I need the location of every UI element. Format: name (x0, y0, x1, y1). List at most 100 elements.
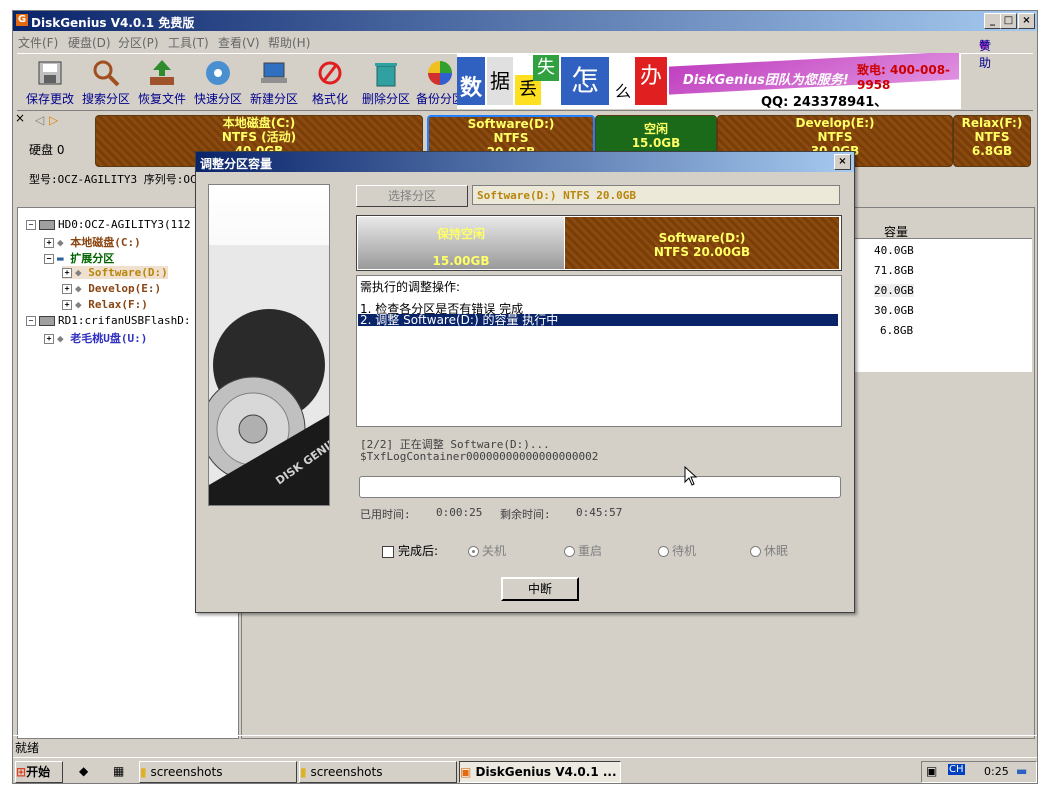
after-complete-checkbox[interactable]: 完成后: (382, 542, 438, 559)
partition-f[interactable]: Relax(F:) NTFS 6.8GB (953, 115, 1031, 167)
maximize-button[interactable]: □ (1000, 13, 1017, 29)
tree-item-u[interactable]: + ◆ 老毛桃U盘(U:) (44, 330, 147, 346)
save-icon (38, 61, 62, 85)
elapsed-time: 0:00:25 (436, 506, 483, 519)
tree-item-d[interactable]: + ◆ Software(D:) (62, 266, 168, 279)
operations-list[interactable]: 需执行的调整操作: 1. 检查各分区是否有错误 完成 2. 调整 Softwar… (356, 275, 842, 427)
banner-block: 么 (611, 79, 635, 105)
ad-banner[interactable]: 数 据 丢 失 怎 么 办 DiskGenius团队为您服务! 致电: 400-… (457, 53, 961, 109)
collapse-icon[interactable]: − (26, 220, 36, 230)
windows-logo-icon: ⊞ (16, 765, 27, 779)
delete-partition-button[interactable]: 删除分区 (357, 58, 415, 108)
minimize-button[interactable]: _ (984, 13, 1001, 29)
quick-partition-button[interactable]: 快速分区 (189, 58, 247, 108)
window-title: DiskGenius V4.0.1 免费版 (31, 16, 195, 30)
tree-item-extended[interactable]: − ▬ 扩展分区 (44, 250, 114, 266)
banner-block: 失 (533, 55, 559, 81)
radio-standby[interactable]: 待机 (658, 542, 696, 559)
ime-indicator[interactable]: CH (948, 764, 965, 775)
format-icon (318, 61, 342, 85)
laptop-icon (261, 62, 287, 83)
prev-disk-icon[interactable]: ◁ (35, 113, 44, 127)
remaining-time: 0:45:57 (576, 506, 623, 519)
radio-hibernate[interactable]: 休眠 (750, 542, 788, 559)
banner-slogan: DiskGenius团队为您服务! (683, 73, 849, 88)
disk-illustration: DISK GENIUS (208, 184, 330, 506)
operations-title: 需执行的调整操作: (360, 280, 461, 294)
expand-icon[interactable]: + (44, 238, 54, 248)
table-cell: 20.0GB (874, 284, 914, 297)
expand-icon[interactable]: + (44, 334, 54, 344)
selected-partition-field: Software(D:) NTFS 20.0GB (472, 185, 840, 205)
quicklaunch-printer-icon[interactable]: ▦ (113, 764, 124, 778)
extended-partition-icon: ▬ (57, 252, 64, 265)
taskbar: ⊞开始 ◆ ▦ ▮ screenshots ▮ screenshots ▣ Di… (13, 757, 1037, 783)
table-cell: 6.8GB (880, 324, 914, 337)
disc-icon (206, 61, 230, 85)
desktop-icon[interactable]: ▬ (1016, 764, 1027, 778)
target-partition-block[interactable]: Software(D:) NTFS 20.00GB (565, 217, 839, 269)
search-partition-button[interactable]: 搜索分区 (77, 58, 135, 108)
format-button[interactable]: 格式化 (301, 58, 359, 108)
task-screenshots-2[interactable]: ▮ screenshots (299, 761, 457, 783)
task-diskgenius[interactable]: ▣ DiskGenius V4.0.1 ... (459, 761, 621, 783)
save-button[interactable]: 保存更改 (21, 58, 79, 108)
tree-item-c[interactable]: + ◆ 本地磁盘(C:) (44, 234, 141, 250)
table-cell: 71.8GB (874, 264, 914, 277)
disk-icon (39, 220, 55, 230)
progress-file: $TxfLogContainer00000000000000000002 (360, 450, 599, 463)
title-bar[interactable]: G DiskGenius V4.0.1 免费版 _ □ × (13, 11, 1037, 31)
abort-button[interactable]: 中断 (501, 577, 579, 601)
disk-label: 硬盘 0 (29, 143, 65, 157)
progress-bar (359, 476, 841, 498)
list-item-selected: 2. 调整 Software(D:) 的容量 执行中 (358, 314, 838, 326)
menu-partition[interactable]: 分区(P) (118, 34, 159, 51)
monitor-icon[interactable]: ▣ (926, 764, 937, 778)
tree-item-f[interactable]: + ◆ Relax(F:) (62, 298, 148, 311)
radio-restart[interactable]: 重启 (564, 542, 602, 559)
banner-block: 数 (457, 57, 485, 105)
menu-help[interactable]: 帮助(H) (268, 34, 310, 51)
diskgenius-icon: ▣ (460, 765, 472, 779)
partition-icon: ◆ (75, 266, 82, 279)
backup-icon (428, 61, 452, 85)
tree-item-rd1[interactable]: − RD1:crifanUSBFlashD: (26, 314, 190, 327)
start-button[interactable]: ⊞开始 (15, 761, 63, 783)
expand-icon[interactable]: + (62, 268, 72, 278)
dialog-close-button[interactable]: × (834, 154, 851, 170)
tree-item-hd0[interactable]: − HD0:OCZ-AGILITY3(112 (26, 218, 190, 231)
magnifier-icon (93, 60, 120, 87)
menu-tools[interactable]: 工具(T) (168, 34, 209, 51)
elapsed-label: 已用时间: (360, 508, 411, 521)
menu-disk[interactable]: 硬盘(D) (68, 34, 111, 51)
quicklaunch-eraser-icon[interactable]: ◆ (79, 764, 88, 778)
column-header-capacity[interactable]: 容量 (884, 223, 908, 240)
collapse-icon[interactable]: − (44, 254, 54, 264)
new-partition-button[interactable]: 新建分区 (245, 58, 303, 108)
expand-icon[interactable]: + (62, 300, 72, 310)
dialog-title: 调整分区容量 (200, 157, 273, 171)
select-partition-button[interactable]: 选择分区 (356, 185, 468, 207)
table-cell: 30.0GB (874, 304, 914, 317)
expand-icon[interactable]: + (62, 284, 72, 294)
harddisk-illustration-icon: DISK GENIUS (209, 245, 329, 505)
free-space-block[interactable]: 保持空闲 15.00GB (358, 217, 564, 269)
radio-shutdown[interactable]: 关机 (468, 542, 506, 559)
task-screenshots-1[interactable]: ▮ screenshots (139, 761, 297, 783)
menu-file[interactable]: 文件(F) (18, 34, 58, 51)
tree-item-e[interactable]: + ◆ Develop(E:) (62, 282, 161, 295)
table-cell: 40.0GB (874, 244, 914, 257)
restore-icon (150, 60, 174, 85)
restore-files-button[interactable]: 恢复文件 (133, 58, 191, 108)
resize-preview-bar: 保持空闲 15.00GB Software(D:) NTFS 20.00GB (356, 215, 842, 271)
partition-icon: ◆ (75, 282, 82, 295)
collapse-icon[interactable]: − (26, 316, 36, 326)
status-text: 就绪 (15, 741, 40, 755)
menu-view[interactable]: 查看(V) (218, 34, 260, 51)
clock[interactable]: 0:25 (984, 765, 1009, 778)
dialog-title-bar[interactable]: 调整分区容量 × (196, 152, 854, 172)
close-button[interactable]: × (1018, 13, 1035, 29)
close-panel-icon[interactable]: × (15, 111, 25, 125)
next-disk-icon[interactable]: ▷ (49, 113, 58, 127)
system-tray: ▣ CH 0:25 ▬ (921, 761, 1037, 783)
